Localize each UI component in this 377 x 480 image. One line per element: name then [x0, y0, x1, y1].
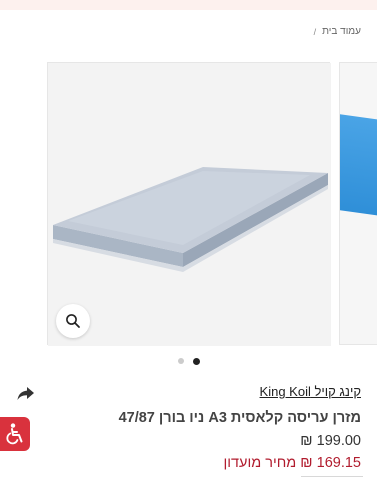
next-image-preview — [340, 114, 377, 216]
share-icon — [17, 387, 34, 400]
divider — [301, 476, 363, 477]
accessibility-button[interactable] — [0, 417, 30, 451]
breadcrumb: עמוד בית / — [314, 26, 361, 37]
top-banner-strip — [0, 0, 377, 10]
club-price-amount: 169.15 ₪ — [300, 455, 361, 471]
brand-link[interactable]: קינג קויל King Koil — [260, 384, 361, 399]
breadcrumb-home[interactable]: עמוד בית — [322, 26, 361, 37]
wheelchair-icon — [6, 423, 23, 445]
mattress-image — [48, 63, 331, 346]
breadcrumb-separator: / — [313, 26, 317, 37]
pagination-dot[interactable] — [177, 358, 184, 364]
product-title: מזרן עריסה קלאסית A3 ניו בורן 47/87 — [118, 410, 361, 426]
club-price-label: מחיר מועדון — [223, 455, 297, 471]
regular-price: 199.00 ₪ — [300, 433, 361, 449]
product-image-slide[interactable] — [47, 62, 331, 346]
product-gallery[interactable] — [0, 62, 377, 346]
search-icon — [66, 314, 80, 328]
pagination-dot-active[interactable] — [192, 357, 200, 365]
gallery-pagination — [0, 357, 377, 365]
club-price: 169.15 ₪ מחיר מועדון — [223, 455, 361, 471]
zoom-button[interactable] — [56, 304, 90, 338]
product-image-next-slide[interactable] — [339, 62, 377, 345]
share-button[interactable] — [16, 386, 36, 402]
